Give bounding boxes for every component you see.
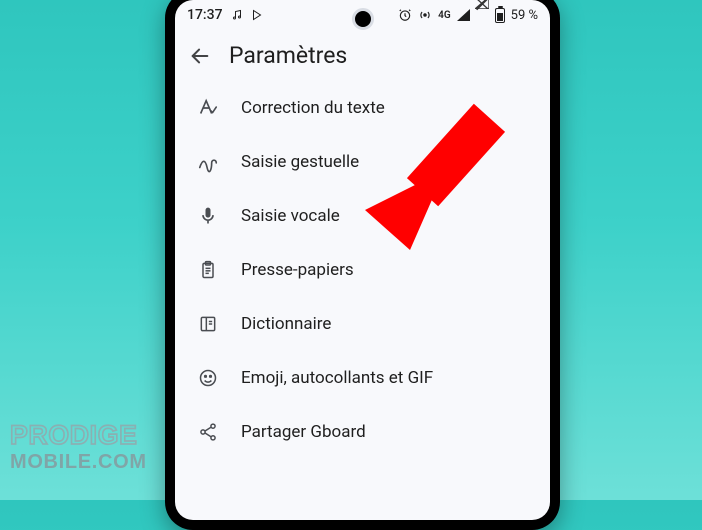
- menu-item-label: Partager Gboard: [241, 422, 366, 442]
- page-title: Paramètres: [229, 42, 347, 69]
- menu-item-share-gboard[interactable]: Partager Gboard: [175, 405, 550, 459]
- menu-item-emoji[interactable]: Emoji, autocollants et GIF: [175, 351, 550, 405]
- play-store-icon: [251, 9, 263, 21]
- menu-item-clipboard[interactable]: Presse-papiers: [175, 243, 550, 297]
- menu-item-dictionary[interactable]: Dictionnaire: [175, 297, 550, 351]
- battery-icon: [495, 8, 505, 23]
- watermark-line2: MOBILE.COM: [10, 451, 147, 473]
- menu-item-label: Saisie gestuelle: [241, 152, 359, 172]
- camera-notch: [352, 8, 374, 30]
- menu-item-label: Emoji, autocollants et GIF: [241, 368, 433, 388]
- watermark: PRODIGE MOBILE.COM: [10, 416, 210, 480]
- emoji-icon: [197, 367, 219, 389]
- phone-frame: 17:37 4G: [165, 0, 560, 530]
- menu-item-voice-typing[interactable]: Saisie vocale: [175, 189, 550, 243]
- signal-icon: [457, 9, 470, 21]
- alarm-icon: [398, 8, 412, 22]
- signal-off-icon: [476, 9, 489, 21]
- app-header: Paramètres: [175, 30, 550, 81]
- music-note-icon: [231, 9, 243, 21]
- screen: 17:37 4G: [175, 0, 550, 520]
- menu-item-label: Correction du texte: [241, 98, 385, 118]
- network-type: 4G: [438, 10, 451, 21]
- clipboard-icon: [197, 259, 219, 281]
- menu-item-text-correction[interactable]: Correction du texte: [175, 81, 550, 135]
- battery-percent: 59 %: [511, 8, 538, 23]
- back-button[interactable]: [189, 45, 211, 67]
- settings-menu: Correction du texte Saisie gestuelle Sai…: [175, 81, 550, 459]
- mic-icon: [197, 205, 219, 227]
- watermark-line1: PRODIGE: [10, 420, 138, 450]
- menu-item-gesture-typing[interactable]: Saisie gestuelle: [175, 135, 550, 189]
- menu-item-label: Saisie vocale: [241, 206, 340, 226]
- status-time: 17:37: [187, 7, 223, 23]
- gesture-icon: [197, 151, 219, 173]
- dictionary-icon: [197, 313, 219, 335]
- menu-item-label: Dictionnaire: [241, 314, 331, 334]
- hotspot-icon: [418, 8, 432, 22]
- menu-item-label: Presse-papiers: [241, 260, 354, 280]
- text-correction-icon: [197, 97, 219, 119]
